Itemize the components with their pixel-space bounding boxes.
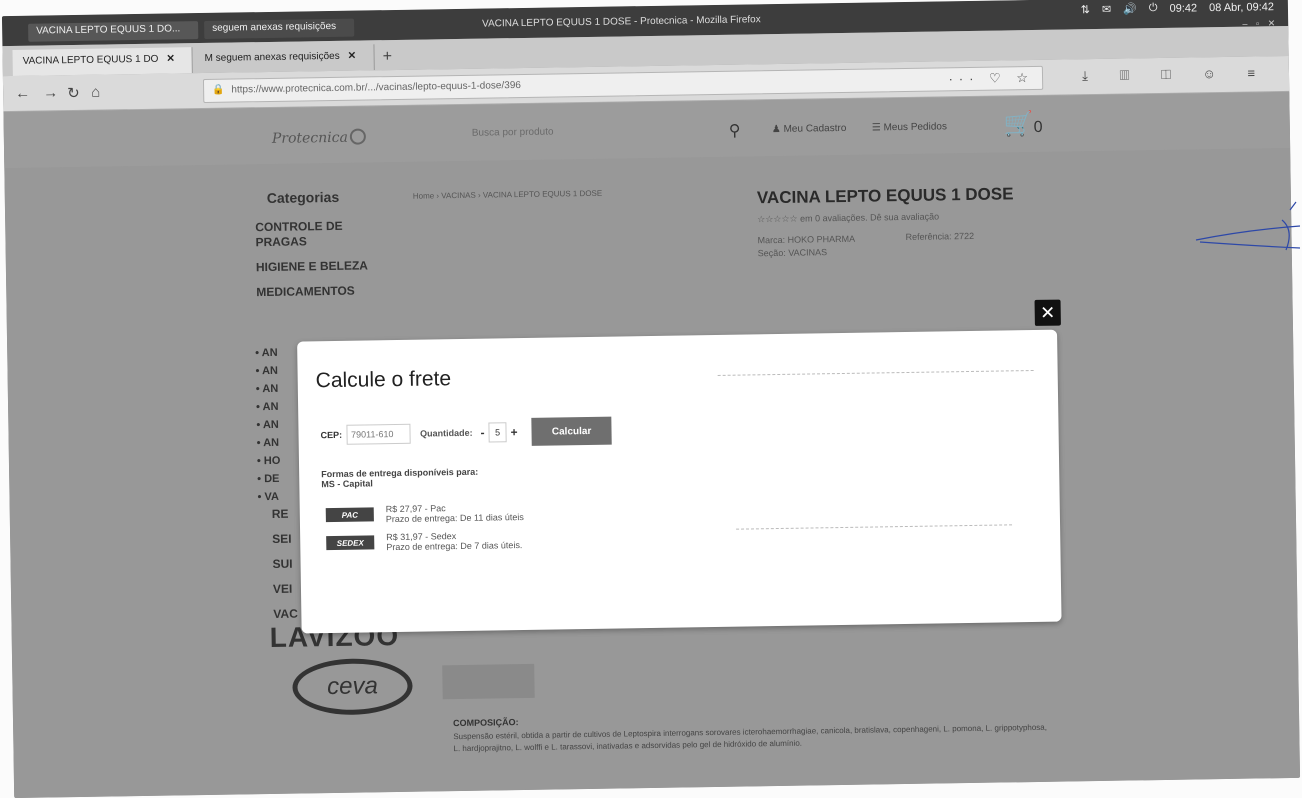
power-icon[interactable]: ⏻: [1149, 2, 1158, 15]
forward-icon[interactable]: →: [43, 84, 58, 101]
pac-logo-icon: PAC: [325, 507, 374, 523]
pen-scribble-icon: [1195, 201, 1301, 251]
taskbar-item-label: seguem anexas requisições: [212, 20, 337, 34]
delivery-region: MS - Capital: [321, 478, 373, 490]
page-actions[interactable]: ··· ♡ ☆: [948, 70, 1034, 87]
subcategory-item[interactable]: • AN: [257, 434, 281, 452]
tray-date: 08 Abr, 09:42: [1209, 0, 1275, 14]
category-item[interactable]: SUI: [272, 552, 297, 577]
quantity-decrement-button[interactable]: -: [476, 426, 488, 440]
composition-section: COMPOSIÇÃO: Suspensão estéril, obtida a …: [453, 708, 1054, 755]
url-text: https://www.protecnica.com.br/.../vacina…: [231, 80, 522, 96]
lock-icon: 🔒: [212, 84, 225, 96]
product-brand: Marca: HOKO PHARMA: [757, 233, 856, 246]
toolbar-icons[interactable]: ⤓ ▥ ◫ ☺ ≡: [1082, 65, 1269, 84]
modal-title: Calcule o frete: [315, 367, 452, 393]
product-section: Seção: VACINAS: [757, 247, 828, 259]
ceva-logo: ceva: [292, 657, 413, 716]
logo-text: Protecnica: [271, 129, 349, 147]
product-meta: Marca: HOKO PHARMA Seção: VACINAS: [757, 233, 855, 261]
home-icon[interactable]: ⌂: [91, 84, 100, 101]
category-item[interactable]: MEDICAMENTOS: [256, 283, 396, 300]
category-item[interactable]: CONTROLE DE PRAGAS: [255, 218, 395, 250]
account-label: Meu Cadastro: [783, 122, 847, 135]
window-title: VACINA LEPTO EQUUS 1 DOSE - Protecnica -…: [482, 14, 761, 30]
logo-swirl-icon: [349, 128, 366, 145]
breadcrumb[interactable]: Home › VACINAS › VACINA LEPTO EQUUS 1 DO…: [413, 189, 603, 201]
site-logo[interactable]: Protecnica: [271, 128, 366, 147]
new-tab-button[interactable]: +: [382, 48, 392, 66]
scanned-page: VACINA LEPTO EQUUS 1 DO... seguem anexas…: [0, 0, 1302, 798]
product-title: VACINA LEPTO EQUUS 1 DOSE: [756, 184, 1014, 208]
close-icon[interactable]: ✕: [1034, 299, 1061, 326]
subcategory-list: • AN • AN • AN • AN • AN • AN • HO • DE …: [255, 344, 281, 506]
calculate-button[interactable]: Calcular: [531, 416, 612, 446]
category-item[interactable]: HIGIENE E BELEZA: [256, 258, 396, 275]
divider: [717, 369, 1034, 376]
close-tab-icon[interactable]: ✕: [348, 51, 357, 62]
orders-label: Meus Pedidos: [883, 121, 948, 134]
list-icon: ☰: [871, 122, 884, 134]
category-item[interactable]: RE: [272, 502, 297, 527]
quantity-increment-button[interactable]: +: [506, 425, 521, 439]
shipping-option-text: R$ 27,97 - Pac Prazo de entrega: De 11 d…: [386, 502, 524, 524]
browser-tab-active[interactable]: VACINA LEPTO EQUUS 1 DO ✕: [12, 47, 193, 76]
product-rating[interactable]: ☆☆☆☆☆ em 0 avaliações. Dê sua avaliação: [757, 211, 939, 225]
orders-link[interactable]: ☰ Meus Pedidos: [872, 121, 947, 133]
shipping-option-text: R$ 31,97 - Sedex Prazo de entrega: De 7 …: [386, 530, 522, 552]
sedex-logo-icon: SEDEX: [326, 535, 375, 551]
screen: VACINA LEPTO EQUUS 1 DO... seguem anexas…: [1, 0, 1301, 798]
mail-icon[interactable]: ✉: [1102, 3, 1111, 16]
tab-label: seguem anexas requisições: [215, 50, 340, 64]
quantity-input[interactable]: 5: [488, 422, 507, 443]
category-item[interactable]: SEI: [272, 527, 297, 552]
taskbar-item-email[interactable]: seguem anexas requisições: [204, 18, 355, 39]
shipping-modal: ✕ Calcule o frete CEP: 79011-610 Quantid…: [297, 299, 1062, 634]
tab-label: VACINA LEPTO EQUUS 1 DO: [22, 53, 159, 67]
network-icon[interactable]: ⇅: [1081, 3, 1090, 16]
browser-tab-email[interactable]: M seguem anexas requisições ✕: [194, 44, 375, 74]
divider: [736, 524, 1013, 530]
categories-list: CONTROLE DE PRAGAS HIGIENE E BELEZA MEDI…: [255, 218, 396, 310]
subcategory-item[interactable]: • AN: [256, 398, 280, 416]
reload-icon[interactable]: ↻: [67, 84, 80, 102]
cart-count: 0: [1033, 118, 1043, 136]
shipping-deadline: Prazo de entrega: De 11 dias úteis: [385, 512, 524, 525]
gmail-icon: M: [204, 52, 216, 64]
subcategory-item[interactable]: • AN: [255, 344, 279, 362]
product-thumbnail[interactable]: [442, 663, 535, 700]
search-icon[interactable]: ⚲: [729, 121, 741, 141]
subcategory-item[interactable]: • AN: [255, 362, 279, 380]
search-input[interactable]: Busca por produto: [464, 119, 744, 147]
volume-icon[interactable]: 🔊: [1123, 2, 1137, 15]
tray-time: 09:42: [1169, 1, 1198, 15]
cart-icon: 🛒: [1003, 110, 1034, 139]
cart-button[interactable]: 🛒0: [1004, 110, 1043, 140]
shipping-deadline: Prazo de entrega: De 7 dias úteis.: [386, 540, 523, 553]
subcategory-item[interactable]: • HO: [257, 452, 281, 470]
categories-title: Categorias: [266, 188, 340, 207]
quantity-label: Quantidade:: [419, 427, 473, 439]
subcategory-item[interactable]: • AN: [256, 416, 280, 434]
taskbar-item-label: VACINA LEPTO EQUUS 1 DO...: [36, 23, 181, 37]
user-icon: ♟: [771, 123, 784, 136]
taskbar-item-firefox[interactable]: VACINA LEPTO EQUUS 1 DO...: [28, 21, 199, 42]
cep-label: CEP:: [320, 429, 343, 441]
system-tray: ⇅ ✉ 🔊 ⏻ 09:42 08 Abr, 09:42: [1081, 0, 1275, 17]
close-tab-icon[interactable]: ✕: [166, 53, 175, 64]
shipping-option[interactable]: SEDEX R$ 31,97 - Sedex Prazo de entrega:…: [326, 530, 522, 553]
subcategory-item[interactable]: • DE: [257, 470, 281, 488]
cep-input[interactable]: 79011-610: [345, 423, 411, 445]
shipping-option[interactable]: PAC R$ 27,97 - Pac Prazo de entrega: De …: [325, 502, 524, 525]
subcategory-item[interactable]: • AN: [256, 380, 280, 398]
shipping-form: CEP: 79011-610 Quantidade: - 5 + Calcula…: [320, 416, 612, 450]
account-link[interactable]: ♟ Meu Cadastro: [772, 123, 847, 135]
back-icon[interactable]: ←: [15, 85, 30, 102]
product-reference: Referência: 2722: [905, 230, 975, 242]
ceva-logo-text: ceva: [326, 672, 379, 701]
delivery-options-heading: Formas de entrega disponíveis para: MS -…: [321, 467, 478, 489]
